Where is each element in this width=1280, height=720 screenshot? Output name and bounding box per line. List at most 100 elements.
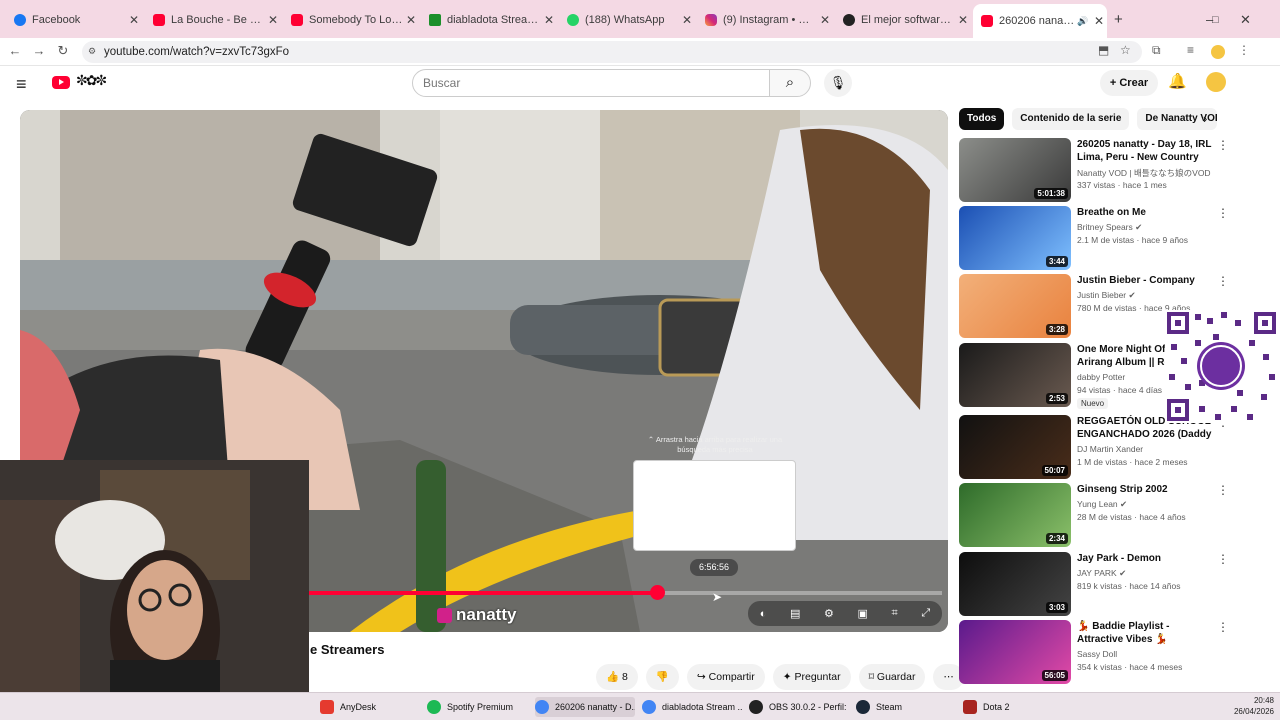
youtube-icon bbox=[981, 15, 993, 27]
more-options-icon[interactable]: ⋮ bbox=[1217, 552, 1229, 566]
save-button[interactable]: ⌑ Guardar bbox=[858, 664, 926, 690]
taskbar-app[interactable]: Steam bbox=[856, 697, 946, 717]
avatar[interactable] bbox=[1206, 72, 1226, 92]
site-info-icon[interactable]: ⚙ bbox=[88, 46, 96, 57]
recommended-video[interactable]: 56:05 💃 Baddie Playlist - Attractive Vib… bbox=[959, 620, 1239, 684]
new-tab-button[interactable]: + bbox=[1110, 6, 1130, 33]
subtitles-icon[interactable]: ▤ bbox=[790, 607, 800, 620]
create-button[interactable]: + Crear bbox=[1100, 70, 1158, 96]
doodle-icon[interactable]: ✼✿✼ bbox=[76, 72, 107, 89]
video-thumbnail[interactable]: 2:53 bbox=[959, 343, 1071, 407]
qr-code bbox=[1165, 310, 1278, 423]
taskbar-app[interactable]: diabladota Stream ... bbox=[642, 697, 742, 717]
media-control-icon[interactable]: ≡ bbox=[1187, 43, 1194, 57]
notifications-bell-icon[interactable]: 🔔 bbox=[1168, 72, 1187, 90]
settings-gear-icon[interactable]: ⚙ bbox=[824, 607, 834, 620]
system-clock[interactable]: 20:48 26/04/2026 bbox=[1234, 695, 1274, 717]
facebook-icon bbox=[14, 13, 26, 26]
recommended-video[interactable]: 3:03 Jay Park - Demon JAY PARK ✔ 819 k v… bbox=[959, 552, 1239, 616]
recommended-video[interactable]: 50:07 REGGAETÓN OLD SCHOOL ENGANCHADO 20… bbox=[959, 415, 1239, 479]
audio-icon[interactable]: 🔊 bbox=[1075, 16, 1091, 27]
cast-icon[interactable]: ⌗ bbox=[892, 607, 898, 620]
taskbar-app[interactable]: Spotify Premium bbox=[427, 697, 531, 717]
bookmark-icon: ⌑ bbox=[868, 671, 874, 683]
browser-tab[interactable]: La Bouche - Be My Lover - YouTube✕ bbox=[145, 6, 281, 33]
like-button[interactable]: 👍 8 bbox=[596, 664, 638, 690]
reload-icon[interactable]: ↻ bbox=[54, 43, 72, 59]
search-input[interactable]: Buscar bbox=[412, 69, 770, 97]
chip-series[interactable]: Contenido de la serie bbox=[1012, 108, 1130, 130]
browser-tab[interactable]: Somebody To Love - YouTube✕ bbox=[283, 6, 419, 33]
more-options-icon[interactable]: ⋮ bbox=[1217, 138, 1229, 152]
recommended-video[interactable]: 3:44 Breathe on Me Britney Spears ✔ 2.1 … bbox=[959, 206, 1239, 270]
autoplay-toggle-icon[interactable]: ◐ bbox=[760, 608, 767, 620]
video-title: e Streamers bbox=[310, 642, 385, 657]
miniplayer-icon[interactable]: ▣ bbox=[858, 607, 868, 620]
youtube-logo[interactable] bbox=[52, 76, 70, 89]
close-tab-icon[interactable]: ✕ bbox=[403, 13, 419, 27]
kick-logo-icon bbox=[437, 607, 452, 623]
more-options-icon[interactable]: ⋮ bbox=[1217, 206, 1229, 220]
browser-tab[interactable]: (9) Instagram • Mensajes✕ bbox=[697, 6, 833, 33]
video-thumbnail[interactable]: 3:03 bbox=[959, 552, 1071, 616]
progress-bar[interactable] bbox=[309, 591, 942, 595]
video-thumbnail[interactable]: 56:05 bbox=[959, 620, 1071, 684]
share-button[interactable]: ↪ Compartir bbox=[686, 664, 765, 690]
close-window-button[interactable]: ✕ bbox=[1232, 6, 1256, 33]
close-tab-icon[interactable]: ✕ bbox=[126, 13, 142, 27]
browser-tab-active[interactable]: 260206 nanatty - Day🔊✕ bbox=[973, 4, 1107, 38]
forward-icon[interactable]: → bbox=[30, 43, 48, 58]
youtube-icon bbox=[153, 13, 165, 26]
browser-tab[interactable]: (188) WhatsApp ✕ bbox=[559, 6, 695, 33]
chevron-right-icon[interactable]: › bbox=[1203, 111, 1207, 126]
player-controls: ◐ ▤ ⚙ ▣ ⌗ ⤢ bbox=[748, 601, 942, 626]
video-thumbnail[interactable]: 3:28 bbox=[959, 274, 1071, 338]
more-options-icon[interactable]: ⋮ bbox=[1217, 483, 1229, 497]
youtube-icon bbox=[291, 13, 303, 26]
close-tab-icon[interactable]: ✕ bbox=[817, 13, 833, 27]
spotify-icon bbox=[427, 700, 441, 714]
verified-icon: ✔ bbox=[1119, 568, 1127, 578]
install-app-icon[interactable]: ⬒ bbox=[1098, 43, 1109, 57]
extensions-icon[interactable]: ⧉ bbox=[1152, 43, 1161, 58]
more-options-icon[interactable]: ⋮ bbox=[1217, 274, 1229, 288]
more-options-icon[interactable]: ⋮ bbox=[1217, 620, 1229, 634]
close-tab-icon[interactable]: ✕ bbox=[265, 13, 281, 27]
back-icon[interactable]: ← bbox=[6, 43, 24, 58]
maximize-button[interactable]: □ bbox=[1204, 6, 1228, 33]
close-tab-icon[interactable]: ✕ bbox=[541, 13, 557, 27]
taskbar-app[interactable]: OBS 30.0.2 - Perfil: ... bbox=[749, 697, 849, 717]
video-thumbnail[interactable]: 2:34 bbox=[959, 483, 1071, 547]
webcam-overlay bbox=[0, 460, 309, 692]
taskbar-app[interactable]: Dota 2 bbox=[963, 697, 1053, 717]
fullscreen-icon[interactable]: ⤢ bbox=[921, 607, 930, 620]
taskbar-app-active[interactable]: 260206 nanatty - D... bbox=[535, 697, 635, 717]
browser-tab[interactable]: diabladota Stream - Watch Li✕ bbox=[421, 6, 557, 33]
chrome-icon bbox=[535, 700, 549, 714]
search-button[interactable]: ⌕ bbox=[769, 69, 811, 97]
video-thumbnail[interactable]: 5:01:38 bbox=[959, 138, 1071, 202]
dislike-button[interactable]: 👎 bbox=[645, 664, 679, 690]
browser-tab[interactable]: Facebook ✕ bbox=[6, 6, 142, 33]
taskbar-app[interactable]: AnyDesk bbox=[320, 697, 420, 717]
video-thumbnail[interactable]: 50:07 bbox=[959, 415, 1071, 479]
dota2-icon bbox=[963, 700, 977, 714]
close-tab-icon[interactable]: ✕ bbox=[955, 13, 971, 27]
os-taskbar: AnyDesk Spotify Premium 260206 nanatty -… bbox=[0, 692, 1280, 720]
ask-button[interactable]: ✦ Preguntar bbox=[772, 664, 851, 690]
chip-all[interactable]: Todos bbox=[959, 108, 1005, 130]
browser-tab[interactable]: El mejor software para grabar✕ bbox=[835, 6, 971, 33]
close-tab-icon[interactable]: ✕ bbox=[679, 13, 695, 27]
close-tab-icon[interactable]: ✕ bbox=[1091, 14, 1107, 28]
recommended-video[interactable]: 5:01:38 260205 nanatty - Day 18, IRL Lim… bbox=[959, 138, 1239, 202]
url-field[interactable]: youtube.com/watch?v=zxvTc73gxFo bbox=[82, 41, 1142, 63]
scrubber-handle[interactable] bbox=[650, 585, 665, 600]
browser-menu-icon[interactable]: ⋮ bbox=[1238, 43, 1250, 57]
menu-icon[interactable]: ≡ bbox=[16, 74, 27, 95]
mic-button[interactable]: 🎙 bbox=[824, 69, 852, 97]
drag-hint-text: ⌃ Arrastra hacia arriba para realizar un… bbox=[647, 435, 783, 454]
recommended-video[interactable]: 2:34 Ginseng Strip 2002 Yung Lean ✔ 28 M… bbox=[959, 483, 1239, 547]
video-thumbnail[interactable]: 3:44 bbox=[959, 206, 1071, 270]
profile-avatar[interactable] bbox=[1211, 45, 1225, 59]
bookmark-star-icon[interactable]: ☆ bbox=[1120, 43, 1131, 57]
